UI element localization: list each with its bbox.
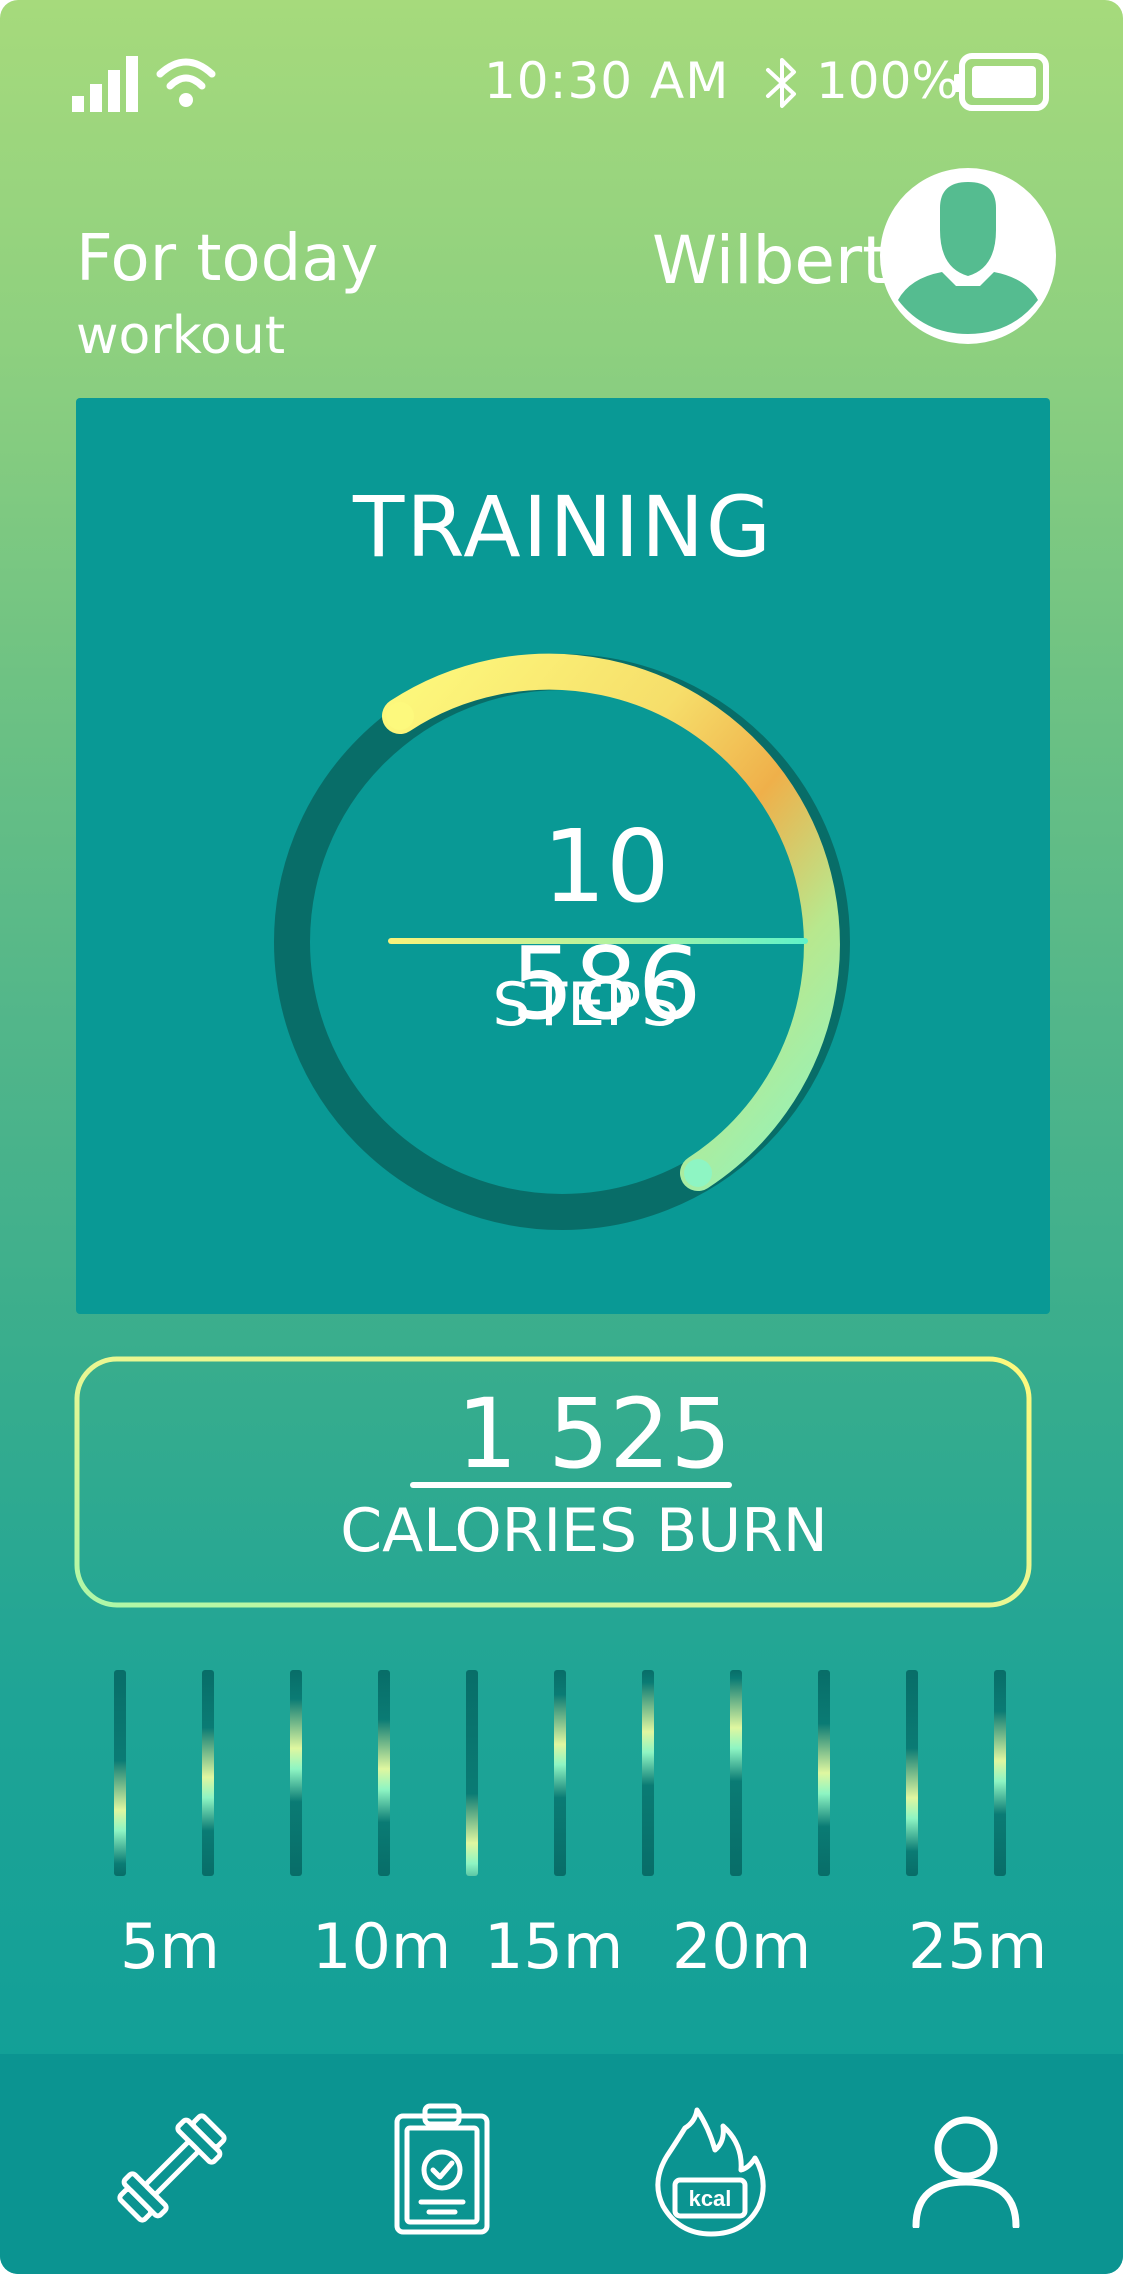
timeline-bar [378, 1670, 390, 1876]
timeline-bar [642, 1670, 654, 1876]
steps-label: STEPS [492, 970, 680, 1040]
signal-icon [72, 56, 138, 112]
timeline-label: 5m [120, 1910, 220, 1983]
bluetooth-icon [766, 58, 796, 108]
timeline-label: 15m [484, 1910, 624, 1983]
battery-percentage: 100% [816, 52, 959, 110]
timeline-bar [202, 1670, 214, 1876]
timeline-bar [906, 1670, 918, 1876]
timeline-label: 10m [312, 1910, 452, 1983]
calories-card: 1 525 CALORIES BURN [74, 1356, 1032, 1608]
kcal-flame-icon[interactable]: kcal [640, 2098, 780, 2238]
calories-label: CALORIES BURN [340, 1496, 828, 1566]
timeline-bar [730, 1670, 742, 1876]
calories-value: 1 525 [456, 1378, 732, 1490]
steps-divider [388, 938, 808, 944]
timeline-bar [114, 1670, 126, 1876]
training-card: TRAINING 10 586 STEPS [76, 398, 1050, 1314]
profile-icon[interactable] [896, 2098, 1036, 2238]
timeline-bar [290, 1670, 302, 1876]
greeting-line-2: workout [76, 306, 286, 366]
timeline-bars [0, 1670, 1123, 1880]
status-time: 10:30 AM [484, 52, 730, 110]
status-bar: 10:30 AM 100% [0, 48, 1123, 118]
app-screen: 10:30 AM 100% For today workout Wilbert … [0, 0, 1123, 2274]
timeline-label: 25m [908, 1910, 1048, 1983]
wifi-icon [156, 58, 216, 107]
timeline-label: 20m [672, 1910, 812, 1983]
timeline-bar [818, 1670, 830, 1876]
clipboard-icon[interactable] [372, 2098, 512, 2238]
battery-icon [954, 53, 1049, 111]
timeline-bar [994, 1670, 1006, 1876]
bottom-nav: kcal [0, 2054, 1123, 2274]
avatar-icon[interactable] [880, 168, 1056, 344]
calories-divider [410, 1482, 732, 1488]
timeline-bar [466, 1670, 478, 1876]
svg-text:kcal: kcal [689, 2186, 732, 2211]
user-name: Wilbert [652, 222, 888, 299]
timeline-labels: 5m 10m 15m 20m 25m [0, 1910, 1123, 1990]
timeline-bar [554, 1670, 566, 1876]
greeting-line-1: For today [76, 222, 379, 296]
dumbbell-icon[interactable] [102, 2098, 242, 2238]
